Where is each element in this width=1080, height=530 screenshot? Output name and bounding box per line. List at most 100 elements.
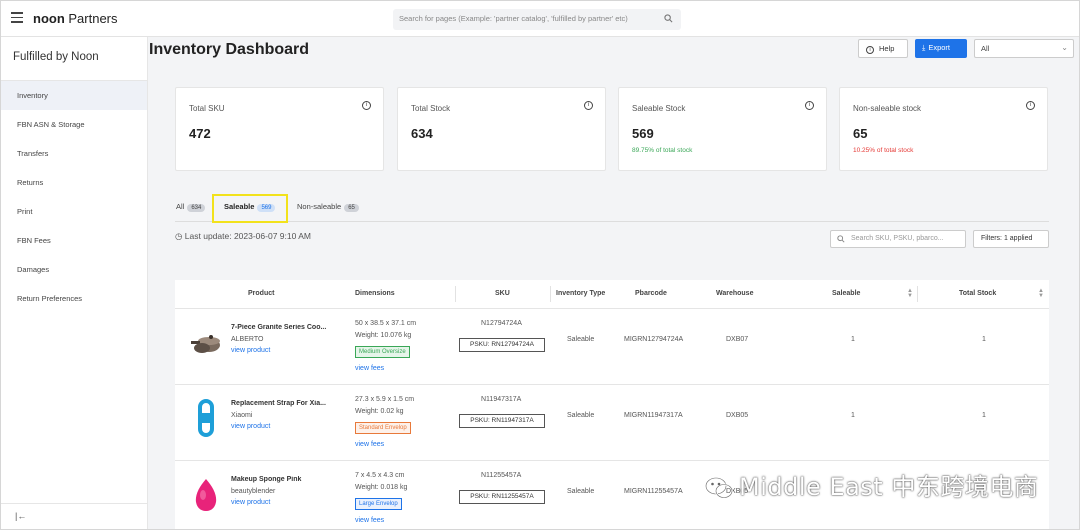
psku-value: PSKU: RN12794724A xyxy=(459,338,545,352)
help-button[interactable]: i Help xyxy=(858,39,908,58)
main-content: Inventory Dashboard i Help ⤓ Export All ⌄ … xyxy=(148,37,1079,529)
stat-value: 569 xyxy=(632,126,654,141)
saleable-value: 1 xyxy=(851,336,855,343)
sidebar-item-transfers[interactable]: Transfers xyxy=(1,139,147,168)
warehouse-value: DXB05 xyxy=(726,412,749,419)
sidebar-item-return-preferences[interactable]: Return Preferences xyxy=(1,284,147,313)
info-icon[interactable]: i xyxy=(805,101,814,110)
sponge-product-image xyxy=(195,479,217,511)
sidebar-item-inventory[interactable]: Inventory xyxy=(1,81,147,110)
strap-product-image xyxy=(198,399,214,437)
stat-value: 65 xyxy=(853,126,868,141)
view-fees-link[interactable]: view fees xyxy=(355,517,384,524)
filter-select[interactable]: All ⌄ xyxy=(974,39,1074,58)
inventory-type-value: Saleable xyxy=(567,488,595,495)
export-button[interactable]: ⤓ Export xyxy=(915,39,967,58)
stat-card-total-sku: Total SKU i 472 xyxy=(175,87,384,171)
table-header: Product Dimensions SKU Inventory Type Pb… xyxy=(175,280,1049,309)
count-badge: 65 xyxy=(344,204,359,212)
collapse-sidebar-icon[interactable]: |← xyxy=(1,503,147,529)
sku-value: N12794724A xyxy=(481,320,522,327)
sidebar-item-fbn-asn-storage[interactable]: FBN ASN & Storage xyxy=(1,110,147,139)
dimensions-size: 7 x 4.5 x 4.3 cm xyxy=(355,472,405,479)
view-product-link[interactable]: view product xyxy=(231,347,270,354)
product-name: Makeup Sponge Pink xyxy=(231,476,302,483)
product-brand: Xiaomi xyxy=(231,412,253,419)
total-stock-value: 1 xyxy=(982,412,986,419)
column-header-sku[interactable]: SKU xyxy=(495,290,510,297)
sku-value: N11255457A xyxy=(481,472,522,479)
column-divider xyxy=(455,286,456,302)
stat-card-total-stock: Total Stock i 634 xyxy=(397,87,606,171)
stat-label: Total SKU xyxy=(189,104,225,113)
column-header-warehouse[interactable]: Warehouse xyxy=(716,290,753,297)
stat-card-saleable-stock: Saleable Stock i 569 89.75% of total sto… xyxy=(618,87,827,171)
info-icon[interactable]: i xyxy=(584,101,593,110)
sidebar-item-returns[interactable]: Returns xyxy=(1,168,147,197)
clock-icon: ◷ xyxy=(175,231,183,241)
dimensions-weight: Weight: 0.02 kg xyxy=(355,408,404,415)
table-row: Replacement Strap For Xia... Xiaomi view… xyxy=(175,385,1049,461)
column-header-inventory-type[interactable]: Inventory Type xyxy=(556,290,605,297)
sku-value: N11947317A xyxy=(481,396,522,403)
column-divider xyxy=(917,286,918,302)
filters-button[interactable]: Filters: 1 applied xyxy=(973,230,1049,248)
column-divider xyxy=(550,286,551,302)
psku-value: PSKU: RN11255457A xyxy=(459,490,545,504)
dimensions-size: 50 x 38.5 x 37.1 cm xyxy=(355,320,417,327)
search-icon xyxy=(837,235,845,243)
column-header-dimensions[interactable]: Dimensions xyxy=(355,290,395,297)
dimensions-weight: Weight: 10.076 kg xyxy=(355,332,412,339)
stat-value: 634 xyxy=(411,126,433,141)
stat-value: 472 xyxy=(189,126,211,141)
view-fees-link[interactable]: view fees xyxy=(355,441,384,448)
sidebar-item-fbn-fees[interactable]: FBN Fees xyxy=(1,226,147,255)
info-icon[interactable]: i xyxy=(1026,101,1035,110)
table-row: 7-Piece Granite Series Coo... ALBERTO vi… xyxy=(175,309,1049,385)
stat-label: Total Stock xyxy=(411,104,451,113)
product-brand: ALBERTO xyxy=(231,336,264,343)
search-icon xyxy=(664,14,673,23)
sidebar-title: Fulfilled by Noon xyxy=(1,37,147,81)
sidebar-item-damages[interactable]: Damages xyxy=(1,255,147,284)
chevron-down-icon: ⌄ xyxy=(1061,43,1068,52)
inventory-type-value: Saleable xyxy=(567,336,595,343)
app-frame: noon Partners Search for pages (Example:… xyxy=(0,0,1080,530)
info-icon[interactable]: i xyxy=(362,101,371,110)
sort-icon[interactable]: ▲ ▼ xyxy=(1038,288,1044,299)
table-search-input[interactable]: Search SKU, PSKU, pbarco... xyxy=(830,230,966,248)
sidebar: Fulfilled by Noon Inventory FBN ASN & St… xyxy=(1,37,148,529)
hamburger-menu-icon[interactable] xyxy=(11,12,23,24)
pbarcode-value: MIGRN11255457A xyxy=(624,488,683,495)
view-product-link[interactable]: view product xyxy=(231,499,270,506)
tab-all[interactable]: All 634 xyxy=(176,202,206,212)
size-tier-badge: Standard Envelop xyxy=(355,422,411,434)
pbarcode-value: MIGRN11947317A xyxy=(624,412,683,419)
psku-value: PSKU: RN11947317A xyxy=(459,414,545,428)
column-header-product[interactable]: Product xyxy=(248,290,274,297)
download-icon: ⤓ xyxy=(922,43,926,52)
sidebar-item-print[interactable]: Print xyxy=(1,197,147,226)
view-product-link[interactable]: view product xyxy=(231,423,270,430)
column-header-saleable[interactable]: Saleable xyxy=(832,290,860,297)
sort-icon[interactable]: ▲ ▼ xyxy=(907,288,913,299)
column-header-pbarcode[interactable]: Pbarcode xyxy=(635,290,667,297)
column-header-total-stock[interactable]: Total Stock xyxy=(959,290,996,297)
info-icon: i xyxy=(866,46,874,54)
tab-non-saleable[interactable]: Non-saleable 65 xyxy=(297,202,359,212)
global-search-input[interactable]: Search for pages (Example: 'partner cata… xyxy=(393,9,681,30)
cookware-product-image xyxy=(191,335,220,353)
stat-percentage: 89.75% of total stock xyxy=(632,147,693,154)
watermark: Middle East 中东跨境电商 xyxy=(704,467,1038,501)
stat-card-non-saleable-stock: Non-saleable stock i 65 10.25% of total … xyxy=(839,87,1048,171)
stat-label: Saleable Stock xyxy=(632,104,686,113)
size-tier-badge: Large Envelop xyxy=(355,498,402,510)
last-update-text: ◷ Last update: 2023-06-07 9:10 AM xyxy=(175,231,311,241)
dimensions-weight: Weight: 0.018 kg xyxy=(355,484,408,491)
product-name: Replacement Strap For Xia... xyxy=(231,400,326,407)
view-fees-link[interactable]: view fees xyxy=(355,365,384,372)
annotation-highlight-box xyxy=(212,194,288,223)
brand-logo[interactable]: noon Partners xyxy=(33,11,118,26)
count-badge: 634 xyxy=(187,204,206,212)
wechat-logo-icon xyxy=(705,477,733,499)
